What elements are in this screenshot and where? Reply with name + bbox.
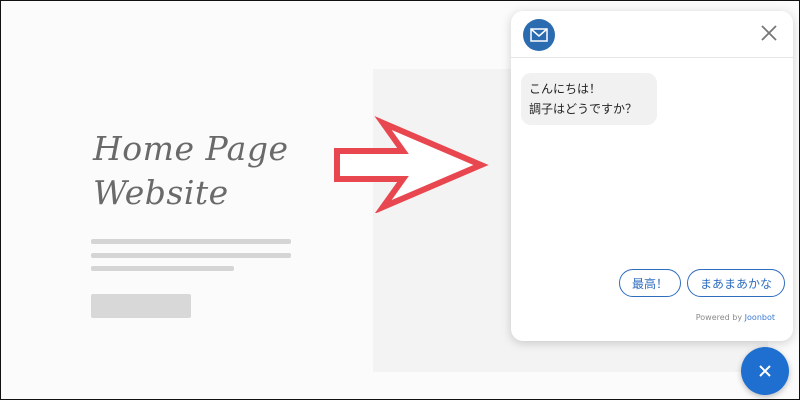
- placeholder-text-line: [91, 266, 234, 271]
- message-line: こんにちは！: [529, 82, 602, 96]
- quick-reply-so-so-button[interactable]: まあまあかな: [686, 269, 785, 297]
- placeholder-text-line: [91, 239, 291, 244]
- website-mockup-title: Home Page Website: [93, 127, 289, 215]
- bot-message-bubble: こんにちは！ 調子はどうですか？: [521, 73, 657, 125]
- chat-launcher-button[interactable]: [741, 347, 789, 395]
- title-line-1: Home Page: [93, 129, 289, 168]
- arrow-icon: [334, 116, 489, 213]
- quick-replies: 最高！ まあまあかな: [618, 269, 785, 297]
- placeholder-button: [91, 294, 191, 318]
- chat-widget: こんにちは！ 調子はどうですか？ 最高！ まあまあかな Powered by J…: [511, 11, 793, 341]
- close-icon[interactable]: [759, 23, 779, 43]
- title-line-2: Website: [93, 173, 229, 212]
- powered-by-label: Powered by: [695, 313, 743, 322]
- chat-header: [511, 11, 793, 58]
- placeholder-text-line: [91, 253, 291, 258]
- brand-link[interactable]: Joonbot: [745, 313, 775, 322]
- quick-reply-best-button[interactable]: 最高！: [618, 269, 681, 297]
- envelope-icon: [530, 28, 548, 42]
- screenshot-frame: Home Page Website こんにちは！ 調子はどうですか？ 最高！ ま…: [0, 0, 800, 400]
- close-icon: [759, 365, 771, 377]
- bot-avatar: [523, 19, 555, 51]
- powered-by-footer: Powered by Joonbot: [696, 313, 775, 322]
- message-line: 調子はどうですか？: [529, 102, 638, 116]
